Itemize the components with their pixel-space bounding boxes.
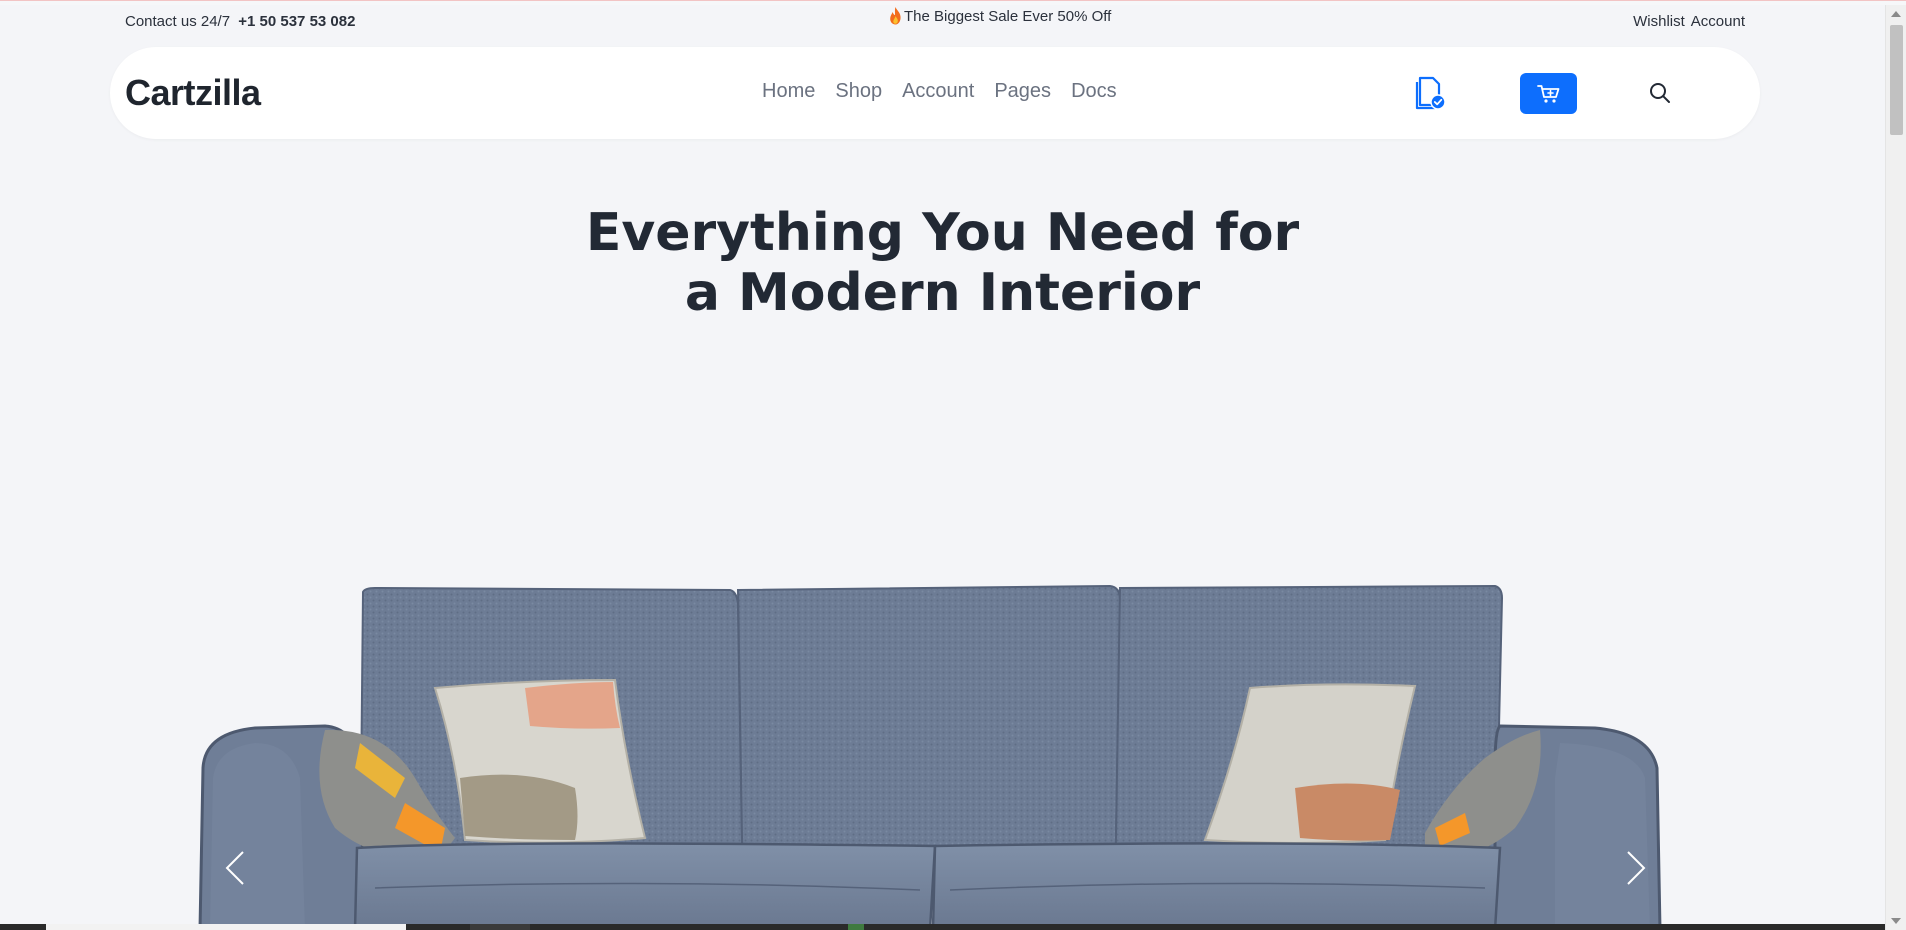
menu-item-account[interactable]: Account [902, 80, 974, 103]
top-bar: Contact us 24/7 +1 50 537 53 082 The Big… [0, 5, 1885, 43]
hero-title: Everything You Need for a Modern Interio… [0, 203, 1885, 323]
hero-title-line1: Everything You Need for [585, 203, 1300, 263]
top-links: Wishlist Account [1633, 13, 1745, 30]
promo-banner[interactable]: The Biggest Sale Ever 50% Off [889, 7, 1111, 25]
menu-item-home[interactable]: Home [762, 80, 815, 103]
sofa-image [198, 584, 1662, 930]
promo-text: The Biggest Sale Ever 50% Off [904, 7, 1112, 25]
account-link[interactable]: Account [1691, 13, 1745, 30]
brand-logo[interactable]: Cartzilla [125, 72, 261, 114]
scrollbar-thumb[interactable] [1890, 25, 1903, 135]
taskbar-strip [0, 924, 1885, 930]
taskbar-item [470, 924, 530, 930]
document-check-icon[interactable] [1414, 74, 1448, 112]
cart-icon [1536, 84, 1559, 103]
hero-title-line2: a Modern Interior [684, 263, 1201, 323]
cart-button[interactable] [1520, 73, 1577, 114]
main-menu: Home Shop Account Pages Docs [762, 80, 1117, 103]
scroll-down-arrow-icon[interactable] [1891, 918, 1901, 924]
scroll-up-arrow-icon[interactable] [1891, 11, 1901, 17]
phone-number[interactable]: +1 50 537 53 082 [238, 13, 355, 30]
wishlist-link[interactable]: Wishlist [1633, 13, 1685, 30]
menu-item-shop[interactable]: Shop [835, 80, 882, 103]
chevron-right-icon[interactable] [1624, 848, 1648, 888]
menu-item-docs[interactable]: Docs [1071, 80, 1117, 103]
main-navbar: Cartzilla Home Shop Account Pages Docs [110, 47, 1760, 139]
taskbar-item [46, 924, 406, 930]
chevron-left-icon[interactable] [223, 848, 247, 888]
menu-item-pages[interactable]: Pages [994, 80, 1051, 103]
contact-label: Contact us 24/7 [125, 13, 231, 30]
page-scrollbar[interactable] [1885, 5, 1906, 930]
search-icon[interactable] [1643, 74, 1677, 112]
taskbar-item [848, 924, 864, 930]
fire-icon [890, 7, 901, 25]
contact-info: Contact us 24/7 +1 50 537 53 082 [125, 13, 355, 30]
